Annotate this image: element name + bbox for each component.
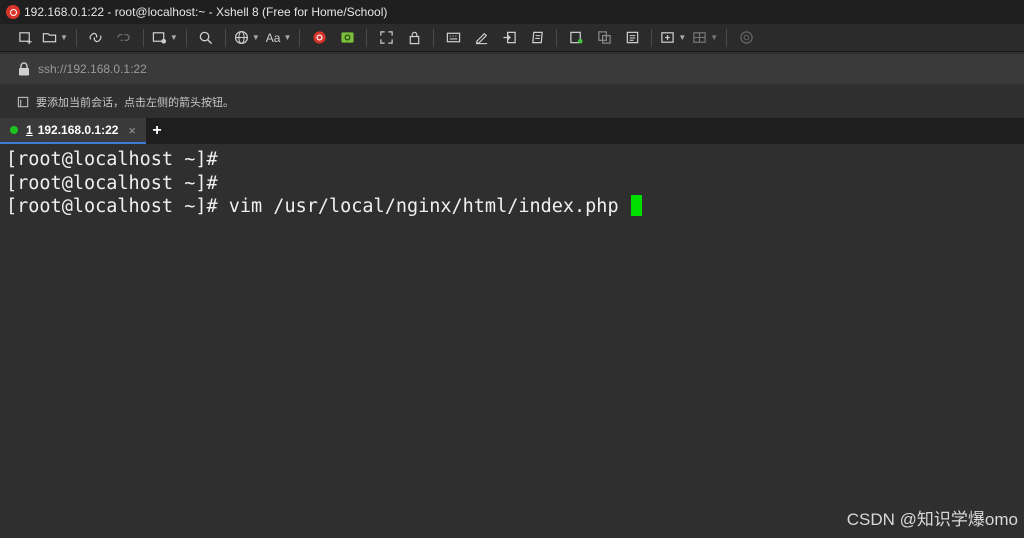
- compose-icon: [475, 32, 487, 45]
- close-icon[interactable]: ×: [128, 123, 136, 138]
- find-button[interactable]: [193, 27, 219, 49]
- separator: [224, 28, 226, 47]
- address-value[interactable]: ssh://192.168.0.1:22: [38, 62, 147, 76]
- log-icon: [570, 31, 583, 44]
- new-window-button[interactable]: ▼: [658, 27, 688, 49]
- xshell-button[interactable]: [306, 27, 332, 49]
- help-icon: [739, 31, 753, 44]
- separator: [726, 28, 728, 47]
- copy-icon: [598, 31, 611, 44]
- lock-icon: [409, 31, 420, 45]
- keyboard-button[interactable]: [440, 27, 466, 49]
- fullscreen-icon: [380, 31, 393, 44]
- xftp-icon: [341, 32, 354, 43]
- new-window-icon: [661, 32, 675, 43]
- layout-icon: [693, 32, 707, 43]
- terminal-line: [root@localhost ~]#: [6, 149, 218, 170]
- log-button[interactable]: [563, 27, 589, 49]
- watermark: CSDN @知识学爆omo: [846, 510, 1018, 529]
- toolbar: ▼ ▼ ▼ Aa ▼ ▼ ▼: [0, 24, 1024, 52]
- tab-strip: 1 192.168.0.1:22 × +: [0, 118, 1024, 144]
- session-hint-bar: 要添加当前会话，点击左侧的箭头按钮。: [0, 89, 1024, 115]
- new-session-icon: [18, 32, 32, 45]
- connect-icon: [89, 32, 102, 43]
- separator: [366, 28, 368, 47]
- chevron-down-icon: ▼: [678, 33, 687, 42]
- add-tab-button[interactable]: +: [146, 118, 168, 144]
- separator: [185, 28, 187, 47]
- open-session-button[interactable]: ▼: [40, 27, 70, 49]
- separator: [433, 28, 435, 47]
- terminal-cursor: [630, 195, 642, 216]
- layout-button[interactable]: ▼: [690, 27, 720, 49]
- paste-icon: [626, 31, 639, 44]
- chevron-down-icon: ▼: [710, 33, 719, 42]
- lock-button[interactable]: [401, 27, 427, 49]
- transfer-button[interactable]: [496, 27, 522, 49]
- compose-button[interactable]: [468, 27, 494, 49]
- new-session-button[interactable]: [12, 27, 38, 49]
- font-icon: Aa: [265, 30, 281, 45]
- lock-icon: [19, 62, 29, 76]
- session-hint-text: 要添加当前会话，点击左侧的箭头按钮。: [36, 97, 234, 109]
- font-button[interactable]: Aa ▼: [264, 27, 294, 49]
- address-bar[interactable]: ssh://192.168.0.1:22: [0, 54, 1024, 84]
- encoding-button[interactable]: ▼: [232, 27, 262, 49]
- chevron-down-icon: ▼: [283, 33, 292, 42]
- separator: [142, 28, 144, 47]
- chevron-down-icon: ▼: [169, 33, 178, 42]
- chevron-down-icon: ▼: [251, 33, 260, 42]
- session-arrow-icon[interactable]: [17, 96, 30, 109]
- script-icon: [532, 31, 543, 44]
- window-title: 192.168.0.1:22 - root@localhost:~ - Xshe…: [24, 5, 388, 19]
- script-button[interactable]: [524, 27, 550, 49]
- terminal-line: [root@localhost ~]#: [6, 172, 218, 194]
- terminal-line: [root@localhost ~]# vim /usr/local/nginx…: [6, 195, 1018, 219]
- reconnect-button[interactable]: [83, 27, 109, 49]
- copy-button[interactable]: [591, 27, 617, 49]
- new-tab-button[interactable]: ▼: [150, 27, 180, 49]
- paste-button[interactable]: [619, 27, 645, 49]
- terminal-command: [root@localhost ~]# vim /usr/local/nginx…: [6, 196, 619, 217]
- tab-number: 1: [26, 123, 33, 137]
- disconnect-icon: [117, 34, 131, 41]
- help-button[interactable]: [733, 27, 759, 49]
- tab-session-1[interactable]: 1 192.168.0.1:22 ×: [0, 118, 146, 144]
- open-folder-icon: [42, 33, 57, 43]
- separator: [299, 28, 301, 47]
- separator: [75, 28, 77, 47]
- separator: [556, 28, 558, 47]
- new-tab-icon: [152, 32, 166, 44]
- disconnect-button[interactable]: [111, 27, 137, 49]
- find-icon: [200, 31, 213, 45]
- xftp-button[interactable]: [334, 27, 360, 49]
- xshell-logo-icon: [6, 5, 20, 19]
- chevron-down-icon: ▼: [60, 33, 68, 42]
- transfer-icon: [503, 31, 516, 44]
- fullscreen-button[interactable]: [373, 27, 399, 49]
- separator: [651, 28, 653, 47]
- connection-status-icon: [10, 126, 18, 134]
- keyboard-icon: [446, 32, 461, 43]
- globe-icon: [234, 30, 248, 45]
- title-bar: 192.168.0.1:22 - root@localhost:~ - Xshe…: [0, 0, 1024, 24]
- xshell-icon: [313, 31, 326, 44]
- terminal[interactable]: [root@localhost ~]# [root@localhost ~]# …: [0, 147, 1024, 538]
- tab-label: 192.168.0.1:22: [37, 123, 119, 137]
